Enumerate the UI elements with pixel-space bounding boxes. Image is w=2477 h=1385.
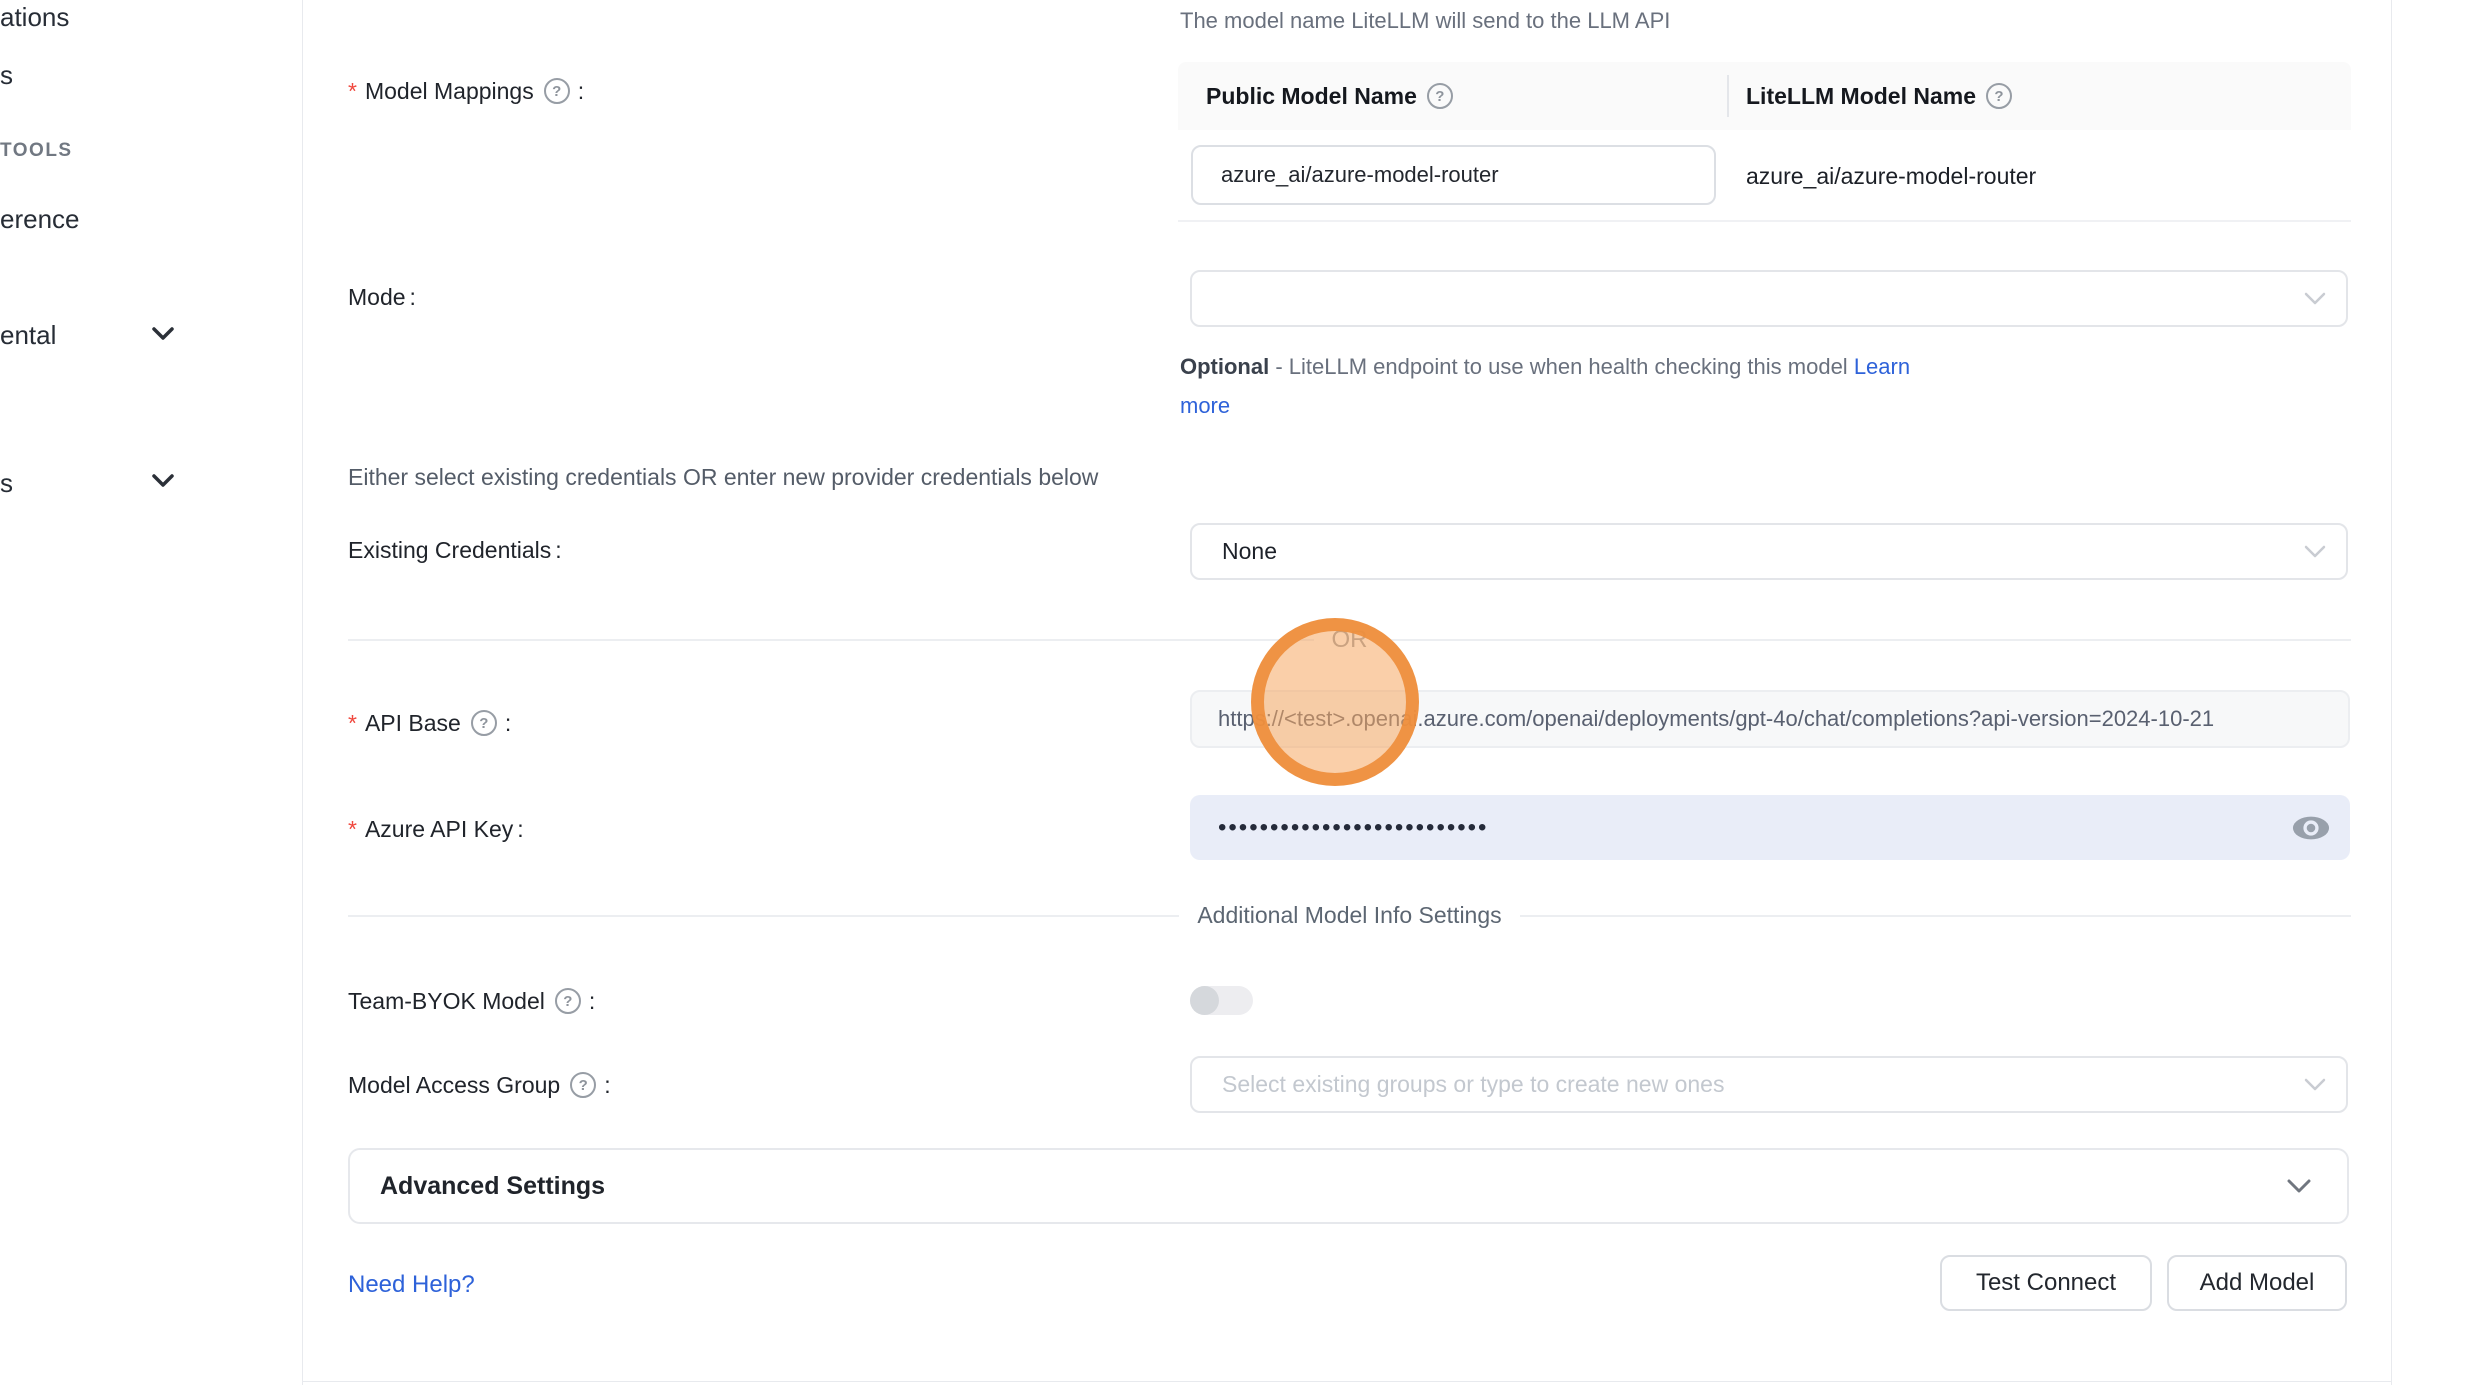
question-circle-icon[interactable]: ? — [544, 78, 570, 104]
api-base-input[interactable]: https://<test>.openai.azure.com/openai/d… — [1190, 690, 2350, 748]
existing-credentials-select[interactable]: None — [1190, 523, 2348, 580]
required-mark: * — [348, 818, 357, 841]
model-mappings-label: * Model Mappings ? : — [348, 78, 584, 104]
table-row: azure_ai/azure-model-router azure_ai/azu… — [1178, 130, 2351, 222]
advanced-settings-title: Advanced Settings — [380, 1172, 605, 1201]
sidebar-item-experimental[interactable]: ental — [0, 320, 56, 351]
column-header-litellm-model-name: LiteLLM Model Name ? — [1746, 83, 2016, 110]
chevron-down-icon[interactable] — [152, 473, 174, 489]
sidebar-item-settings[interactable]: s — [0, 468, 13, 499]
mode-label: Mode : — [348, 286, 416, 309]
question-circle-icon[interactable]: ? — [570, 1072, 596, 1098]
required-mark: * — [348, 80, 357, 103]
learn-more-link[interactable]: more — [1180, 393, 1230, 418]
existing-credentials-label: Existing Credentials : — [348, 539, 562, 562]
public-model-name-input[interactable]: azure_ai/azure-model-router — [1191, 145, 1716, 205]
chevron-down-icon — [2304, 292, 2326, 306]
question-circle-icon[interactable]: ? — [1427, 83, 1453, 109]
eye-icon[interactable] — [2292, 814, 2330, 842]
chevron-down-icon — [2304, 545, 2326, 559]
need-help-link[interactable]: Need Help? — [348, 1271, 475, 1299]
question-circle-icon[interactable]: ? — [555, 988, 581, 1014]
model-name-hint: The model name LiteLLM will send to the … — [1180, 8, 1670, 34]
column-divider — [1727, 75, 1729, 117]
model-mappings-table: Public Model Name ? LiteLLM Model Name ?… — [1178, 62, 2351, 222]
required-mark: * — [348, 712, 357, 735]
question-circle-icon[interactable]: ? — [471, 710, 497, 736]
learn-more-link[interactable]: Learn — [1854, 354, 1910, 379]
toggle-knob — [1190, 986, 1219, 1015]
advanced-settings-panel[interactable]: Advanced Settings — [348, 1148, 2349, 1224]
litellm-model-name-value: azure_ai/azure-model-router — [1746, 130, 2036, 222]
masked-password-value: •••••••••••••••••••••••••• — [1218, 816, 1488, 840]
api-base-label: * API Base ? : — [348, 710, 511, 736]
azure-api-key-label: * Azure API Key : — [348, 818, 524, 841]
column-header-public-model-name: Public Model Name ? — [1178, 83, 1457, 110]
card-bottom-border — [303, 1381, 2392, 1382]
mode-select[interactable] — [1190, 270, 2348, 327]
table-header-row: Public Model Name ? LiteLLM Model Name ? — [1178, 62, 2351, 130]
add-model-button[interactable]: Add Model — [2167, 1255, 2347, 1311]
sidebar-item-api-reference[interactable]: erence — [0, 204, 80, 235]
test-connect-button[interactable]: Test Connect — [1940, 1255, 2152, 1311]
sidebar-section-tools: TOOLS — [0, 140, 73, 162]
model-access-group-select[interactable]: Select existing groups or type to create… — [1190, 1056, 2348, 1113]
sidebar: ations s TOOLS erence ental s — [0, 0, 303, 1385]
question-circle-icon[interactable]: ? — [1986, 83, 2012, 109]
chevron-down-icon — [2287, 1179, 2311, 1194]
add-model-form: The model name LiteLLM will send to the … — [303, 0, 2392, 1385]
team-byok-label: Team-BYOK Model ? : — [348, 988, 595, 1014]
team-byok-toggle[interactable] — [1190, 986, 1253, 1015]
or-divider: OR — [348, 626, 2351, 654]
chevron-down-icon[interactable] — [152, 326, 174, 342]
mode-helper-text: Optional - LiteLLM endpoint to use when … — [1180, 347, 2010, 425]
model-access-group-label: Model Access Group ? : — [348, 1072, 611, 1098]
sidebar-item-organizations[interactable]: ations — [0, 2, 69, 33]
additional-settings-divider: Additional Model Info Settings — [348, 902, 2351, 929]
select-placeholder: Select existing groups or type to create… — [1222, 1071, 1724, 1098]
sidebar-item[interactable]: s — [0, 60, 13, 91]
credentials-note: Either select existing credentials OR en… — [348, 464, 1098, 491]
chevron-down-icon — [2304, 1078, 2326, 1092]
azure-api-key-input[interactable]: •••••••••••••••••••••••••• — [1190, 795, 2350, 860]
